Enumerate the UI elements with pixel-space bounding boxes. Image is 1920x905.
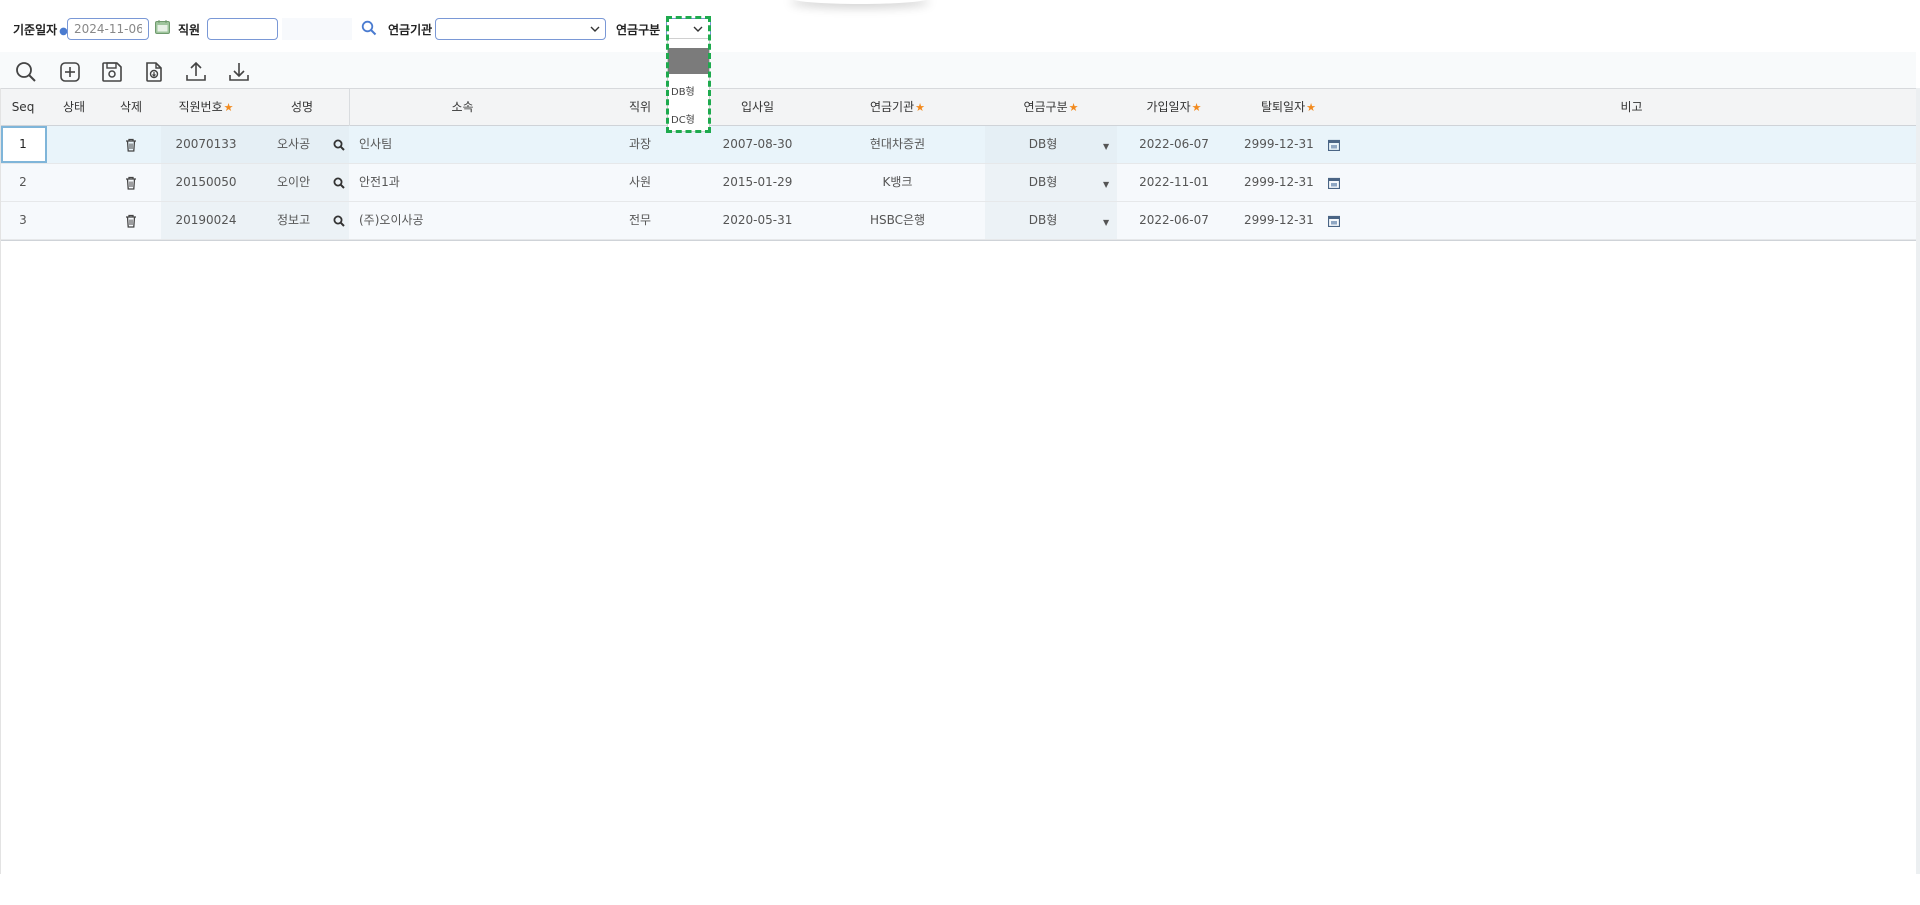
header-hire-date[interactable]: 입사일	[705, 89, 810, 126]
cell-name[interactable]: 정보고	[277, 202, 337, 239]
grid-header: Seq 상태 삭제 직원번호★ 성명 소속 직위 입사일 연금기관★ 연금구분★…	[1, 88, 1917, 127]
pension-org-label: 연금기관	[388, 23, 433, 37]
employee-name-field	[282, 18, 352, 40]
vertical-scrollbar[interactable]	[1916, 88, 1920, 874]
header-status[interactable]: 상태	[47, 89, 101, 126]
cell-emp-no[interactable]: 20190024	[161, 202, 251, 239]
cell-dept[interactable]: 안전1과	[359, 164, 559, 201]
employee-pension-grid: Seq 상태 삭제 직원번호★ 성명 소속 직위 입사일 연금기관★ 연금구분★…	[0, 88, 1917, 874]
table-row[interactable]: 1 20070133 오사공 인사팀 과장 2007-08-30 현대차증권 D…	[1, 126, 1917, 164]
header-leave-date[interactable]: 탈퇴일자★	[1231, 89, 1346, 126]
search-icon[interactable]	[14, 60, 38, 84]
table-row[interactable]: 2 20150050 오이안 안전1과 사원 2015-01-29 K뱅크 DB…	[1, 164, 1917, 202]
cell-name[interactable]: 오이안	[277, 164, 337, 201]
cell-leave-date[interactable]: 2999-12-31	[1244, 164, 1334, 201]
cell-note[interactable]	[1346, 164, 1917, 201]
cell-dept[interactable]: (주)오이사공	[359, 202, 559, 239]
caret-down-icon[interactable]: ▼	[1103, 218, 1109, 227]
cell-note[interactable]	[1346, 202, 1917, 239]
cell-note[interactable]	[1346, 126, 1917, 163]
search-icon[interactable]	[333, 177, 345, 189]
upload-icon[interactable]	[184, 60, 208, 84]
cell-hire-date[interactable]: 2020-05-31	[705, 202, 810, 239]
cell-hire-date[interactable]: 2007-08-30	[705, 126, 810, 163]
cell-name[interactable]: 오사공	[277, 126, 337, 163]
cell-seq: 2	[19, 175, 27, 189]
base-date-label: 기준일자 ●	[13, 23, 68, 37]
cell-leave-date[interactable]: 2999-12-31	[1244, 126, 1334, 163]
header-delete[interactable]: 삭제	[102, 89, 160, 126]
save-icon[interactable]	[100, 60, 124, 84]
employee-label: 직원	[178, 23, 201, 37]
pension-type-select[interactable]	[666, 18, 711, 40]
download-icon[interactable]	[227, 60, 251, 84]
search-icon[interactable]	[333, 215, 345, 227]
pension-type-option-db[interactable]: DB형	[668, 83, 709, 98]
cell-position[interactable]: 전무	[575, 202, 705, 239]
chevron-down-icon	[590, 26, 600, 32]
header-pension-type[interactable]: 연금구분★	[985, 89, 1117, 126]
cell-emp-no[interactable]: 20070133	[161, 126, 251, 163]
header-note[interactable]: 비고	[1346, 89, 1917, 126]
cell-pension-org[interactable]: HSBC은행	[810, 202, 985, 239]
trash-icon[interactable]	[125, 138, 137, 152]
cell-hire-date[interactable]: 2015-01-29	[705, 164, 810, 201]
chevron-down-icon	[693, 26, 703, 32]
cell-emp-no[interactable]: 20150050	[161, 164, 251, 201]
cell-seq: 1	[19, 137, 27, 151]
caret-down-icon[interactable]: ▼	[1103, 142, 1109, 151]
search-icon[interactable]	[333, 139, 345, 151]
calendar-icon[interactable]	[1328, 177, 1340, 189]
footer-blank	[0, 874, 1920, 905]
export-file-icon[interactable]	[142, 60, 166, 84]
search-bar: 기준일자● 직원 연금기관 연금구분	[0, 0, 1916, 52]
pension-type-option-blank[interactable]	[668, 48, 709, 74]
cell-status	[47, 126, 101, 163]
pension-type-dropdown: DB형 DC형	[667, 38, 710, 132]
cell-dept[interactable]: 인사팀	[359, 126, 559, 163]
cell-pension-org[interactable]: 현대차증권	[810, 126, 985, 163]
calendar-icon[interactable]	[155, 20, 170, 34]
header-pension-org[interactable]: 연금기관★	[810, 89, 985, 126]
calendar-icon[interactable]	[1328, 215, 1340, 227]
cell-pension-type[interactable]: DB형	[985, 126, 1101, 163]
header-dept[interactable]: 소속	[350, 89, 575, 126]
employee-code-input[interactable]	[207, 18, 278, 40]
trash-icon[interactable]	[125, 214, 137, 228]
trash-icon[interactable]	[125, 176, 137, 190]
employee-search-icon[interactable]	[361, 20, 377, 36]
toolbar	[0, 52, 1916, 88]
cell-join-date[interactable]: 2022-11-01	[1117, 164, 1231, 201]
add-icon[interactable]	[58, 60, 82, 84]
cell-join-date[interactable]: 2022-06-07	[1117, 202, 1231, 239]
calendar-icon[interactable]	[1328, 139, 1340, 151]
table-row[interactable]: 3 20190024 정보고 (주)오이사공 전무 2020-05-31 HSB…	[1, 202, 1917, 240]
cell-join-date[interactable]: 2022-06-07	[1117, 126, 1231, 163]
cell-seq: 3	[19, 213, 27, 227]
pension-org-select[interactable]	[435, 18, 606, 40]
grid-bottom-border	[1, 240, 1917, 241]
header-emp-no[interactable]: 직원번호★	[161, 89, 251, 126]
header-join-date[interactable]: 가입일자★	[1117, 89, 1231, 126]
cell-leave-date[interactable]: 2999-12-31	[1244, 202, 1334, 239]
caret-down-icon[interactable]: ▼	[1103, 180, 1109, 189]
base-date-input[interactable]	[67, 18, 149, 40]
cell-pension-type[interactable]: DB형	[985, 202, 1101, 239]
cell-pension-type[interactable]: DB형	[985, 164, 1101, 201]
cell-position[interactable]: 사원	[575, 164, 705, 201]
cell-status	[47, 202, 101, 239]
cell-status	[47, 164, 101, 201]
header-seq[interactable]: Seq	[1, 89, 45, 126]
header-name[interactable]: 성명	[252, 89, 352, 126]
top-shadow	[790, 0, 930, 4]
pension-type-option-dc[interactable]: DC형	[668, 111, 709, 126]
cell-pension-org[interactable]: K뱅크	[810, 164, 985, 201]
pension-type-label: 연금구분	[616, 23, 661, 37]
